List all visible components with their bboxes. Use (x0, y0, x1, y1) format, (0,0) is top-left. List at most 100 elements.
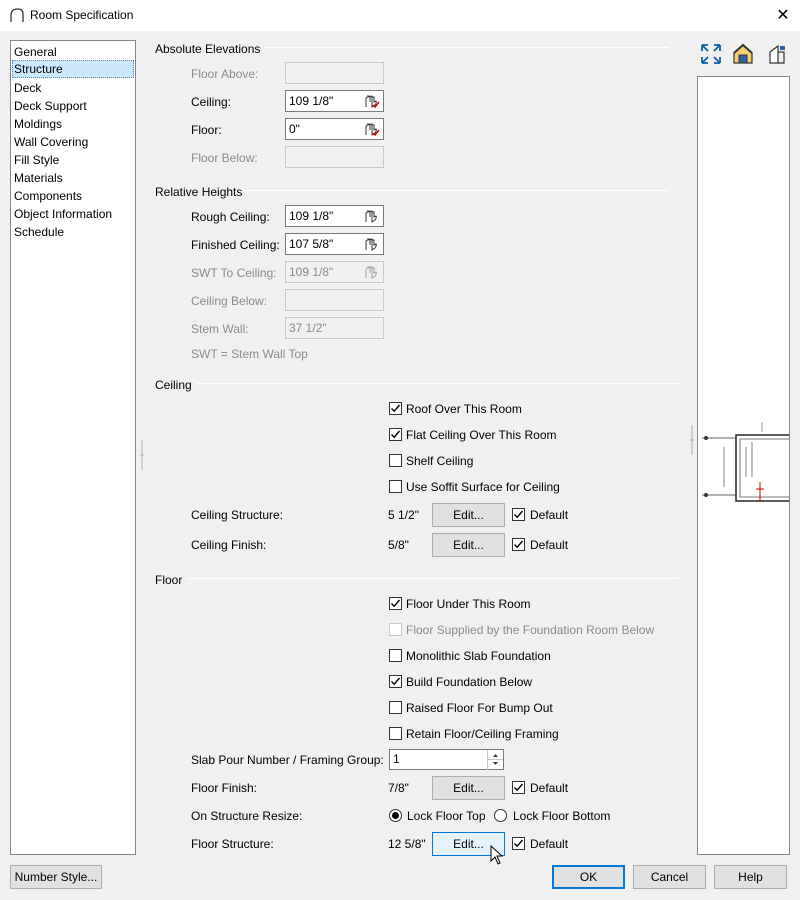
ceiling-structure-label: Ceiling Structure: (191, 508, 284, 522)
raised-floor-checkbox[interactable] (389, 701, 402, 714)
ceiling-finish-value: 5/8" (388, 538, 409, 552)
sidebar-item-materials[interactable]: Materials (12, 169, 134, 187)
floor-above-field (285, 62, 384, 84)
floor-below-field (285, 146, 384, 168)
retain-framing-checkbox[interactable] (389, 727, 402, 740)
floor-under-room-checkbox[interactable] (389, 597, 402, 610)
sidebar-item-deck-support[interactable]: Deck Support (12, 97, 134, 115)
ceiling-below-label: Ceiling Below: (191, 294, 268, 308)
roof-over-room-label[interactable]: Roof Over This Room (406, 402, 522, 416)
ceiling-finish-edit-button[interactable]: Edit... (432, 533, 505, 557)
ceiling-structure-value: 5 1/2" (388, 508, 419, 522)
lock-floor-bottom-radio[interactable] (494, 809, 507, 822)
sidebar-item-deck[interactable]: Deck (12, 79, 134, 97)
lock-floor-top-radio[interactable] (389, 809, 402, 822)
floor-structure-default-label[interactable]: Default (530, 837, 568, 851)
floor-finish-default-checkbox[interactable] (512, 781, 525, 794)
ceiling-structure-default-label[interactable]: Default (530, 508, 568, 522)
ceiling-finish-default-checkbox[interactable] (512, 538, 525, 551)
checkmark-icon (514, 839, 524, 848)
checkmark-icon (391, 404, 401, 413)
spin-buttons[interactable] (487, 750, 503, 770)
number-style-button[interactable]: Number Style... (10, 865, 102, 889)
ceiling-structure-edit-button[interactable]: Edit... (432, 503, 505, 527)
spin-arrows-icon[interactable] (488, 750, 503, 769)
sidebar-item-moldings[interactable]: Moldings (12, 115, 134, 133)
lock-floor-bottom-label[interactable]: Lock Floor Bottom (513, 809, 610, 823)
rough-ceiling-field[interactable]: 109 1/8" (285, 205, 384, 227)
floor-value: 0" (289, 122, 300, 136)
build-foundation-checkbox[interactable] (389, 675, 402, 688)
soffit-surface-checkbox[interactable] (389, 480, 402, 493)
close-icon[interactable]: ✕ (773, 6, 793, 26)
ok-button[interactable]: OK (552, 865, 625, 889)
flat-ceiling-checkbox[interactable] (389, 428, 402, 441)
stem-wall-label: Stem Wall: (191, 322, 249, 336)
floor-heading: Floor (155, 573, 183, 587)
floor-under-room-label[interactable]: Floor Under This Room (406, 597, 531, 611)
soffit-surface-label[interactable]: Use Soffit Surface for Ceiling (406, 480, 560, 494)
finished-ceiling-field[interactable]: 107 5/8" (285, 233, 384, 255)
splitter-grip-icon[interactable] (140, 440, 144, 470)
3d-view-icon[interactable] (731, 42, 755, 66)
auto-height-icon[interactable] (362, 93, 380, 109)
ceiling-structure-default-checkbox[interactable] (512, 508, 525, 521)
floor-structure-value: 12 5/8" (388, 837, 426, 851)
shelf-ceiling-label[interactable]: Shelf Ceiling (406, 454, 473, 468)
ceiling-value: 109 1/8" (289, 94, 334, 108)
auto-height-icon[interactable] (362, 208, 380, 224)
floor-supplied-checkbox (389, 623, 402, 636)
group-divider (188, 578, 678, 579)
splitter-grip-icon[interactable] (690, 425, 694, 455)
sidebar-item-wall-covering[interactable]: Wall Covering (12, 133, 134, 151)
group-divider (197, 383, 678, 384)
auto-height-icon[interactable] (362, 121, 380, 137)
sidebar-item-components[interactable]: Components (12, 187, 134, 205)
sidebar-item-schedule[interactable]: Schedule (12, 223, 134, 241)
shelf-ceiling-checkbox[interactable] (389, 454, 402, 467)
floor-finish-edit-button[interactable]: Edit... (432, 776, 505, 800)
raised-floor-label[interactable]: Raised Floor For Bump Out (406, 701, 553, 715)
checkmark-icon (391, 599, 401, 608)
sidebar-item-object-information[interactable]: Object Information (12, 205, 134, 223)
roof-over-room-checkbox[interactable] (389, 402, 402, 415)
swt-note: SWT = Stem Wall Top (191, 347, 308, 361)
elevation-view-icon[interactable] (765, 42, 789, 66)
flat-ceiling-label[interactable]: Flat Ceiling Over This Room (406, 428, 557, 442)
structure-resize-label: On Structure Resize: (191, 809, 303, 823)
room-icon (10, 8, 24, 22)
ceiling-below-field (285, 289, 384, 311)
category-list[interactable]: General Structure Deck Deck Support Mold… (10, 40, 136, 855)
absolute-elevations-heading: Absolute Elevations (155, 42, 261, 56)
swt-to-ceiling-field: 109 1/8" (285, 261, 384, 283)
build-foundation-label[interactable]: Build Foundation Below (406, 675, 532, 689)
auto-height-icon[interactable] (362, 236, 380, 252)
lock-floor-top-label[interactable]: Lock Floor Top (407, 809, 486, 823)
window-title: Room Specification (30, 8, 134, 22)
ceiling-field[interactable]: 109 1/8" (285, 90, 384, 112)
retain-framing-label[interactable]: Retain Floor/Ceiling Framing (406, 727, 559, 741)
sidebar-item-fill-style[interactable]: Fill Style (12, 151, 134, 169)
checkmark-icon (391, 430, 401, 439)
cancel-button[interactable]: Cancel (633, 865, 706, 889)
fill-window-icon[interactable] (699, 42, 723, 66)
floor-structure-default-checkbox[interactable] (512, 837, 525, 850)
monolithic-slab-label[interactable]: Monolithic Slab Foundation (406, 649, 551, 663)
auto-height-icon (365, 266, 377, 279)
monolithic-slab-checkbox[interactable] (389, 649, 402, 662)
floor-finish-value: 7/8" (388, 781, 409, 795)
preview-panel (697, 76, 790, 855)
help-button[interactable]: Help (714, 865, 787, 889)
floor-field[interactable]: 0" (285, 118, 384, 140)
swt-to-ceiling-label: SWT To Ceiling: (191, 266, 277, 280)
rough-ceiling-value: 109 1/8" (289, 209, 334, 223)
slab-pour-spinner[interactable]: 1 (389, 749, 504, 770)
sidebar-item-structure[interactable]: Structure (12, 60, 134, 78)
floor-finish-default-label[interactable]: Default (530, 781, 568, 795)
finished-ceiling-value: 107 5/8" (289, 237, 334, 251)
ceiling-finish-default-label[interactable]: Default (530, 538, 568, 552)
slab-pour-value: 1 (393, 752, 400, 766)
floor-structure-label: Floor Structure: (191, 837, 274, 851)
sidebar-item-general[interactable]: General (12, 43, 134, 61)
floor-below-label: Floor Below: (191, 151, 258, 165)
